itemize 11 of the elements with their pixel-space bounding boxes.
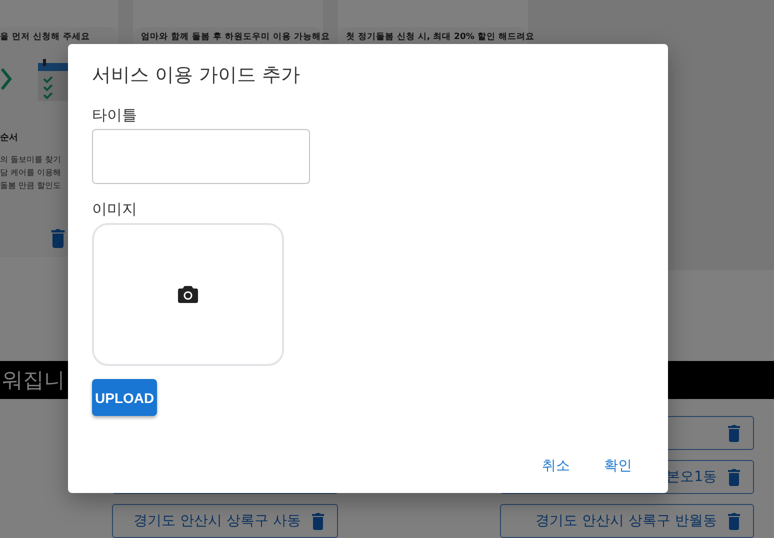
banner-text: 워집니 xyxy=(1,367,65,394)
field-label: 타이틀 xyxy=(92,106,137,125)
dialog-title: 서비스 이용 가이드 추가 xyxy=(92,63,300,88)
field-label: 이미지 xyxy=(92,200,137,219)
card-title: 첫 정기돌봄 신청 시, 최대 20% 할인 해드려요 xyxy=(346,32,534,43)
chip-label: 본오1동 xyxy=(666,468,717,486)
chip-label: 경기도 안산시 상록구 사동 xyxy=(134,512,301,530)
card-title: 엄마와 함께 돌봄 후 하원도우미 이용 가능해요 xyxy=(141,32,330,43)
chip-label: 경기도 안산시 상록구 반월동 xyxy=(536,512,717,530)
card-heading: 순서 xyxy=(0,132,18,144)
card-title: 을 먼저 신청해 주세요 xyxy=(0,32,90,43)
